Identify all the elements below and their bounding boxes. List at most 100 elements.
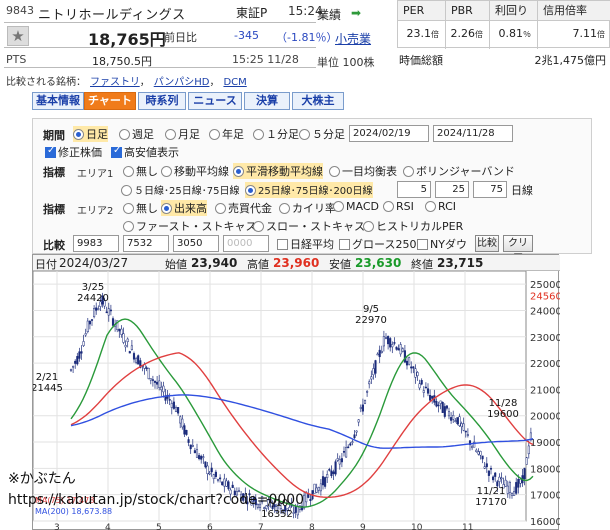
compare-link[interactable]: DCM [223, 77, 246, 88]
area1-ma[interactable]: 移動平均線 [161, 163, 229, 179]
area2-macd[interactable]: MACD [333, 200, 379, 216]
compare-dow-check[interactable]: NYダウ [417, 236, 467, 252]
candle-body [366, 391, 369, 393]
star-icon[interactable]: ★ [7, 26, 29, 46]
period-weekly[interactable]: 週足 [119, 126, 154, 142]
compare-link[interactable]: パンパシHD [154, 77, 210, 88]
ma2-input[interactable]: 25 [435, 181, 469, 198]
candle-body [508, 481, 511, 493]
date-from-input[interactable]: 2024/02/19 [349, 125, 429, 142]
area2-rci[interactable]: RCI [425, 200, 456, 216]
date-to-input[interactable]: 2024/11/28 [433, 125, 513, 142]
candle-body [435, 401, 438, 407]
candle-body [380, 350, 383, 353]
radio-on-icon [233, 166, 244, 177]
arrow-right-icon[interactable]: ➡ [351, 6, 361, 20]
ratios-table: PER 23.1倍 PBR 2.26倍 利回り 0.81％ 信用倍率 7.11倍 [397, 0, 610, 49]
area1-label: エリア1 [77, 169, 114, 180]
area1-bollinger[interactable]: ボリンジャーバンド [403, 163, 515, 179]
high-label: 高値 [247, 258, 269, 271]
candle-body [471, 445, 474, 449]
radio-on-icon [245, 185, 256, 196]
area2-deviation[interactable]: カイリ率 [279, 200, 336, 216]
candle-body [324, 477, 327, 487]
candle-body [376, 353, 379, 356]
compare-stocks: 比較される銘柄： ファストリ， パンパシHD， DCM [6, 77, 247, 88]
area2-volume[interactable]: 出来高 [161, 200, 207, 216]
tab-news[interactable]: ニュース [188, 92, 242, 110]
candle-body [145, 367, 148, 369]
clear-button[interactable]: クリア [503, 235, 533, 264]
price-chart[interactable]: 日付 2024/03/27 始値 23,940 高値 23,960 安値 23,… [32, 254, 560, 530]
high-low-check[interactable]: 高安値表示 [111, 144, 179, 160]
annotation-date: 11/21 [477, 486, 506, 497]
candle-body [227, 481, 230, 490]
candle-body [431, 395, 434, 399]
candle-body [515, 482, 518, 494]
y-tick-highlight: 24560 [530, 292, 560, 303]
candle-body [317, 487, 320, 491]
candle-body [216, 479, 220, 481]
candle-body [93, 308, 96, 318]
tab-earnings[interactable]: 決算 [244, 92, 290, 110]
compare-code-input[interactable]: 3050 [173, 235, 219, 252]
compare-growth-check[interactable]: グロース250 [339, 236, 416, 252]
compare-code-input[interactable]: 7532 [123, 235, 169, 252]
tab-shareholders[interactable]: 大株主 [292, 92, 344, 110]
tab-basic[interactable]: 基本情報 [32, 92, 84, 110]
checkbox-checked-icon [111, 145, 122, 158]
period-daily[interactable]: 日足 [73, 126, 108, 142]
ma3-input[interactable]: 75 [473, 181, 507, 198]
compare-link[interactable]: ファストリ [90, 77, 140, 88]
industry-block: 業績 ➡ 小売業 単位 100株 [317, 0, 395, 70]
compare-button[interactable]: 比較 [475, 235, 499, 252]
area1-none[interactable]: 無し [123, 163, 158, 179]
compare-code-input[interactable]: 9983 [73, 235, 119, 252]
area2-rsi[interactable]: RSI [383, 200, 414, 216]
x-tick-label: 7 [258, 523, 264, 530]
watermark-label: ※かぶたん [8, 471, 76, 487]
compare-code-input[interactable]: 0000 [223, 235, 269, 252]
candle-body [328, 469, 331, 471]
period-5min[interactable]: ５分足 [299, 126, 345, 142]
ma1-input[interactable]: 5 [397, 181, 431, 198]
radio-icon [123, 221, 134, 232]
area2-fast-stoch[interactable]: ファースト・ストキャス [123, 218, 256, 234]
period-monthly[interactable]: 月足 [165, 126, 200, 142]
candle-body [95, 307, 98, 311]
area2-row2: ファースト・ストキャス スロー・ストキャス ヒストリカルPER [33, 217, 593, 235]
area2-turnover[interactable]: 売買代金 [215, 200, 272, 216]
compare-label: 比較される銘柄 [6, 77, 76, 88]
candle-body [187, 439, 190, 443]
stock-header: 9843 ニトリホールディングス 東証P 15:24 ★ 18,765円 前日比… [0, 0, 610, 70]
adjusted-price-check[interactable]: 修正株価 [45, 144, 102, 160]
candle-body [420, 380, 423, 385]
candle-body [78, 351, 81, 359]
candle-body [338, 459, 341, 465]
period-1min[interactable]: １分足 [253, 126, 299, 142]
candle-body [105, 311, 108, 314]
period-yearly[interactable]: 年足 [209, 126, 244, 142]
compare-nikkei-check[interactable]: 日経平均 [277, 236, 334, 252]
low-label: 安値 [329, 258, 351, 271]
area1-ichimoku[interactable]: 一目均衡表 [329, 163, 397, 179]
ma-set-short[interactable]: ５日線･25日線･75日線 [121, 182, 239, 198]
candle-body [336, 458, 339, 461]
area1-smooth-ma[interactable]: 平滑移動平均線 [233, 163, 323, 179]
candle-body [177, 407, 180, 414]
annotation-value: 22970 [355, 315, 387, 326]
area2-hist-per[interactable]: ヒストリカルPER [363, 218, 463, 234]
sector-link[interactable]: 小売業 [335, 30, 371, 47]
area2-none[interactable]: 無し [123, 200, 158, 216]
candle-body [107, 308, 110, 316]
area2-slow-stoch[interactable]: スロー・ストキャス [253, 218, 365, 234]
tab-timeseries[interactable]: 時系列 [138, 92, 186, 110]
candle-body [422, 390, 425, 393]
ma-unit: 日線 [511, 184, 533, 197]
candle-body [76, 356, 79, 365]
candle-body [397, 348, 400, 351]
ma-set-long[interactable]: 25日線･75日線･200日線 [245, 182, 373, 198]
candle-body [172, 401, 175, 409]
radio-icon [363, 221, 374, 232]
tab-chart[interactable]: チャート [84, 92, 136, 110]
